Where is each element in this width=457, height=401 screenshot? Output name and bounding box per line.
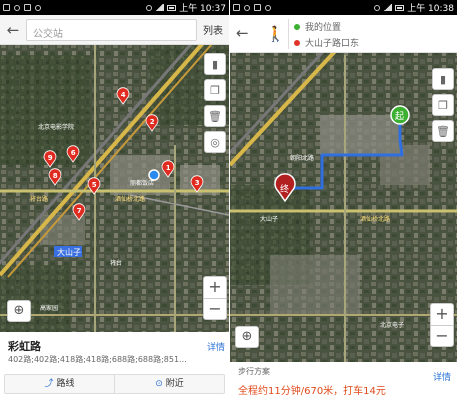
map-pin-label: 4 (121, 91, 126, 99)
end-marker-label: 终 (280, 183, 289, 195)
zoom-in-button[interactable]: + (431, 304, 453, 325)
traffic-light-button[interactable]: ▮ (204, 53, 226, 75)
svg-text:高家园: 高家园 (40, 304, 58, 312)
current-location-dot (148, 169, 160, 181)
sync-icon (265, 4, 271, 11)
notification-icon (233, 4, 240, 11)
trash-icon: 🗑 (208, 109, 222, 123)
svg-text:北京电子: 北京电子 (380, 321, 404, 329)
nearby-button-label: 附近 (165, 379, 184, 389)
plan-detail: 全程约11分钟/670米，打车14元 (238, 386, 386, 397)
route-map-canvas[interactable]: 酒仙桥北路 朝阳北路 大山子 北京电子 起 终 (230, 15, 457, 401)
svg-text:朝阳北路: 朝阳北路 (290, 154, 314, 162)
route-plan-card[interactable]: 步行方案 全程约11分钟/670米，打车14元 详情 (230, 362, 457, 401)
compass-icon: ◎ (210, 135, 220, 149)
route-button-label: 路线 (56, 379, 75, 389)
satellite-map-route[interactable]: 酒仙桥北路 朝阳北路 大山子 北京电子 起 终 (230, 15, 457, 401)
start-row[interactable]: 我的位置 (294, 20, 341, 33)
poi-info-card: 彩虹路 402路;402路;418路;418路;688路;688路;851...… (0, 332, 229, 401)
search-input[interactable]: 公交站 (26, 18, 197, 41)
map-pin-label: 2 (150, 118, 155, 126)
zoom-in-button[interactable]: + (204, 277, 226, 298)
phone-left-screen: 北京电影学院 丽都饭店 酒仙桥北路 将台路 将台 高家园 大山子 大山子 123… (0, 0, 229, 401)
signal-icon (155, 4, 165, 11)
poi-title: 彩虹路 (8, 340, 41, 353)
layers-button[interactable]: ❐ (432, 94, 454, 116)
layers-button[interactable]: ❐ (204, 79, 226, 101)
plan-title: 步行方案 (238, 367, 270, 376)
locate-icon: ⊕ (241, 329, 253, 344)
status-bar: 上午 10:38 (230, 0, 457, 15)
layers-icon: ❐ (210, 83, 220, 97)
status-time: 上午 10:37 (179, 4, 226, 14)
zoom-out-button[interactable]: − (431, 325, 453, 346)
map-pin-label: 5 (92, 181, 97, 189)
svg-text:酒仙桥北路: 酒仙桥北路 (115, 195, 145, 203)
action-button-row: ⤴ 路线 ⊙ 附近 (4, 374, 225, 394)
map-pin-label: 8 (53, 172, 58, 180)
map-pin-label: 6 (71, 149, 76, 157)
clear-button[interactable]: 🗑 (432, 120, 454, 142)
detail-link[interactable]: 详情 (433, 370, 451, 383)
area-label: 大山子 (57, 247, 81, 257)
clear-button[interactable]: 🗑 (204, 105, 226, 127)
svg-text:酒仙桥北路: 酒仙桥北路 (360, 215, 390, 223)
phone-right-screen: 酒仙桥北路 朝阳北路 大山子 北京电子 起 终 上午 10:38 ← 🚶 我的位… (230, 0, 457, 401)
end-row[interactable]: 大山子路口东 (294, 36, 359, 49)
traffic-light-icon: ▮ (439, 72, 447, 86)
battery-icon (167, 4, 177, 11)
map-pin-label: 3 (195, 179, 200, 187)
notification-icon (3, 4, 10, 11)
wifi-icon (146, 4, 153, 11)
end-dot-icon (294, 39, 300, 46)
traffic-light-button[interactable]: ▮ (432, 68, 454, 90)
search-header: ← 公交站 列表 (0, 15, 229, 45)
end-label: 大山子路口东 (305, 39, 360, 49)
map-pin-label: 1 (166, 164, 171, 172)
poi-bus-lines: 402路;402路;418路;418路;688路;688路;851... (8, 355, 187, 364)
detail-link[interactable]: 详情 (207, 340, 225, 353)
chat-icon (244, 4, 250, 11)
nearby-button[interactable]: ⊙ 附近 (114, 375, 224, 393)
trash-icon: 🗑 (436, 124, 450, 138)
traffic-light-icon: ▮ (211, 57, 219, 71)
svg-text:丽都饭店: 丽都饭店 (130, 179, 154, 187)
sync-icon (35, 4, 41, 11)
wifi-icon (374, 4, 381, 11)
chat-icon (14, 4, 20, 11)
locate-icon: ⊕ (13, 303, 25, 318)
locate-button[interactable]: ⊕ (235, 326, 259, 348)
map-pin-label: 9 (48, 154, 53, 162)
header-divider (288, 19, 289, 49)
route-icon: ⤴ (44, 379, 54, 389)
start-marker-label: 起 (395, 111, 404, 122)
status-bar: 上午 10:37 (0, 0, 229, 15)
back-arrow-icon[interactable]: ← (0, 21, 26, 39)
map-pin-label: 7 (77, 207, 82, 215)
walking-person-icon[interactable]: 🚶 (266, 25, 285, 43)
compass-button[interactable]: ◎ (204, 131, 226, 153)
svg-text:将台: 将台 (110, 259, 122, 267)
locate-button[interactable]: ⊕ (7, 300, 31, 322)
svg-text:北京电影学院: 北京电影学院 (38, 123, 74, 131)
svg-text:将台路: 将台路 (30, 195, 48, 203)
zoom-control: + − (430, 303, 454, 347)
svg-text:大山子: 大山子 (260, 215, 278, 223)
mail-icon (254, 4, 261, 11)
route-button[interactable]: ⤴ 路线 (5, 375, 114, 393)
back-arrow-icon[interactable]: ← (236, 24, 249, 42)
status-time: 上午 10:38 (407, 4, 454, 14)
route-header: ← 🚶 我的位置 大山子路口东 (230, 15, 457, 53)
start-dot-icon (294, 23, 300, 30)
zoom-out-button[interactable]: − (204, 298, 226, 319)
layers-icon: ❐ (438, 98, 448, 112)
mail-icon (24, 4, 31, 11)
list-button[interactable]: 列表 (197, 22, 229, 37)
start-label: 我的位置 (305, 23, 342, 33)
signal-icon (383, 4, 393, 11)
nearby-search-icon: ⊙ (155, 379, 163, 389)
zoom-control: + − (203, 276, 227, 320)
battery-icon (395, 4, 405, 11)
